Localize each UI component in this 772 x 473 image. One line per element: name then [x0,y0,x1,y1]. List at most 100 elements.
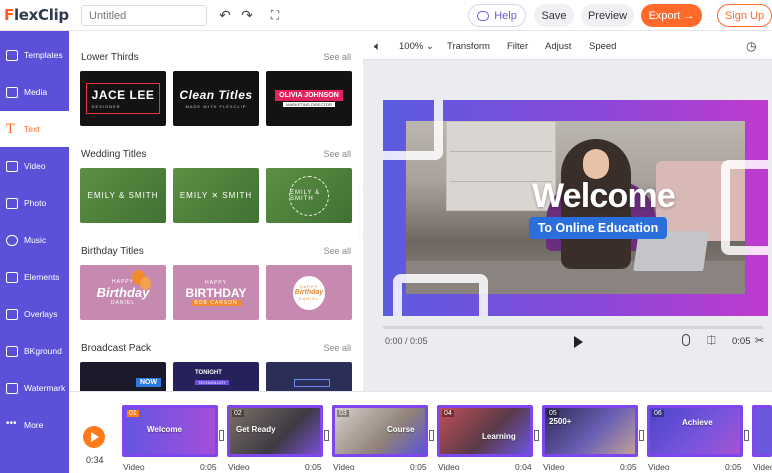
save-button[interactable]: Save [534,4,574,27]
drawer-line [450,151,552,152]
balloon-icon: HAPPY Birthday DANIEL [293,275,325,310]
background-icon [6,345,18,357]
play-all-button[interactable] [83,426,105,448]
clip-duration: 0:04 [515,462,532,472]
clip-caption: Achieve [682,418,713,427]
timeline-clip[interactable]: 02 Get Ready [227,405,323,457]
template-thumb[interactable]: HAPPY Birthday DANIEL [80,265,166,320]
sidebar: Templates Media T Text Video Photo Music … [0,31,69,473]
see-all-link[interactable]: See all [323,246,351,256]
transition-icon[interactable] [639,430,644,441]
template-thumb[interactable]: NOW [80,362,166,391]
transform-button[interactable]: Transform [447,41,490,52]
photo-icon [6,197,18,209]
sidebar-label: Elements [24,272,60,282]
sidebar-label: More [24,420,44,430]
canvas-subtitle-text[interactable]: To Online Education [529,217,667,239]
template-title: TONIGHT [195,370,222,376]
sidebar-item-video[interactable]: Video [0,148,69,184]
sidebar-item-overlays[interactable]: Overlays [0,296,69,332]
logo-text: lexClip [13,6,69,24]
sidebar-item-more[interactable]: ••• More [0,407,69,443]
video-canvas[interactable]: Welcome To Online Education [383,100,768,316]
template-subtitle: DANIEL [110,300,136,306]
section-title: Birthday Titles [81,246,144,257]
timeline-clip[interactable]: 01 Welcome [122,405,218,457]
template-thumb[interactable]: TONIGHT TECHNOLOGY [173,362,259,391]
clip-caption: 2500+ [549,417,572,426]
canvas-title-text[interactable]: Welcome [516,177,691,216]
timeline-clip[interactable]: 06 Achieve [647,405,743,457]
clip-caption: Get Ready [236,425,276,434]
adjust-button[interactable]: Adjust [545,41,571,52]
template-thumb[interactable]: OLIVIA JOHNSON MARKETING DIRECTOR [266,71,352,126]
clip-duration: 0:05 [410,462,427,472]
fullscreen-icon[interactable]: ⛶ [267,7,283,23]
see-all-link[interactable]: See all [323,343,351,353]
zoom-value: 100% [399,41,424,52]
flexclip-logo[interactable]: FlexClip [4,6,69,24]
see-all-link[interactable]: See all [323,149,351,159]
template-thumb[interactable]: HAPPY Birthday DANIEL [266,265,352,320]
speaker-icon[interactable]: 🔈︎ [374,39,381,54]
timeline-clip[interactable]: 05 2500+ [542,405,638,457]
lower-third-bar [294,379,330,387]
template-thumb[interactable]: Clean Titles MADE WITH FLEXCLIP [173,71,259,126]
project-title-input[interactable] [81,5,207,26]
total-time: 0:34 [86,455,104,465]
see-all-link[interactable]: See all [323,52,351,62]
sidebar-item-photo[interactable]: Photo [0,185,69,221]
transition-icon[interactable] [744,430,749,441]
clip-label: Video [753,462,772,472]
template-thumb[interactable]: HAPPY BIRTHDAY BOB CARSON [173,265,259,320]
redo-icon[interactable]: ↷ [239,7,255,23]
clip-label: Video [228,462,250,472]
template-thumb[interactable]: EMILY & SMITH [80,168,166,223]
filter-button[interactable]: Filter [507,41,528,52]
timeline-clip[interactable]: 03 Course [332,405,428,457]
template-title: OLIVIA JOHNSON [275,90,343,101]
undo-icon[interactable]: ↶ [217,7,233,23]
template-thumb[interactable]: EMILY ✕ SMITH [173,168,259,223]
save-label: Save [541,9,567,22]
sidebar-item-bkground[interactable]: BKground [0,333,69,369]
scissors-icon[interactable]: ✂ [755,334,764,347]
split-icon[interactable]: ⎅ [707,335,716,348]
sidebar-item-watermark[interactable]: Watermark [0,370,69,406]
video-icon [6,160,18,172]
template-subtitle: MADE WITH FLEXCLIP [185,104,247,109]
timeline-clip[interactable] [752,405,772,457]
transition-icon[interactable] [429,430,434,441]
template-thumb[interactable] [266,362,352,391]
preview-button[interactable]: Preview [581,4,634,27]
playback-progress-bar[interactable] [383,326,763,329]
overlays-icon [6,308,18,320]
clip-label: Video [438,462,460,472]
text-templates-panel: Lower Thirds See all JACE LEE DESIGNER Cl… [69,31,363,391]
clock-icon[interactable]: ◷ [746,39,756,53]
sign-up-button[interactable]: Sign Up [717,4,772,27]
play-icon[interactable] [574,336,583,348]
music-icon [6,234,18,246]
help-button[interactable]: Help [468,4,526,27]
sidebar-item-media[interactable]: Media [0,74,69,110]
sidebar-item-templates[interactable]: Templates [0,37,69,73]
storyboard-timeline: 0:34 01 Welcome Video 0:05 02 Get Ready … [69,391,772,473]
transition-icon[interactable] [219,430,224,441]
template-thumb[interactable]: JACE LEE DESIGNER [80,71,166,126]
section-title: Lower Thirds [81,52,139,63]
template-title: Clean Titles [179,88,253,102]
transition-icon[interactable] [534,430,539,441]
transition-icon[interactable] [324,430,329,441]
sidebar-item-text[interactable]: T Text [0,111,69,147]
template-thumb[interactable]: EMILY & SMITH [266,168,352,223]
sidebar-item-elements[interactable]: Elements [0,259,69,295]
timeline-clip[interactable]: 04 Learning [437,405,533,457]
microphone-icon[interactable] [682,334,690,346]
sidebar-item-music[interactable]: Music [0,222,69,258]
speed-button[interactable]: Speed [589,41,616,52]
clip-number: 01 [127,410,139,417]
export-button[interactable]: Export → [641,4,702,27]
zoom-select[interactable]: 100% ⌄ [399,41,434,52]
help-label: Help [494,9,517,22]
